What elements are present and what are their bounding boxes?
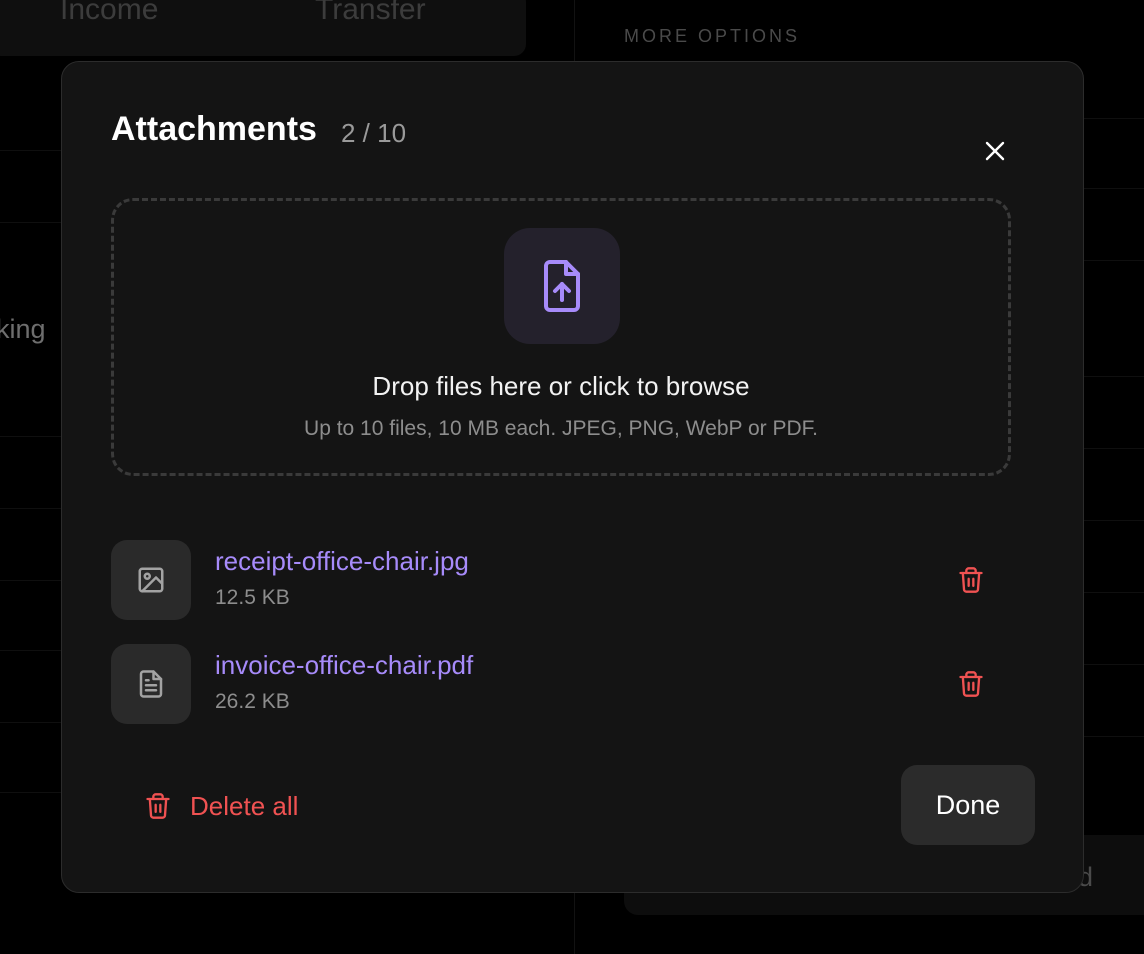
attachment-size: 12.5 KB	[215, 586, 290, 609]
dropzone-title: Drop files here or click to browse	[372, 371, 750, 401]
file-thumbnail	[111, 644, 191, 724]
attachment-item: receipt-office-chair.jpg 12.5 KB	[111, 540, 991, 620]
trash-icon	[146, 793, 170, 819]
file-upload-icon	[544, 260, 580, 312]
file-dropzone[interactable]: Drop files here or click to browse Up to…	[111, 198, 1011, 476]
document-icon	[139, 670, 163, 698]
more-options-heading: MORE OPTIONS	[624, 26, 801, 46]
attachment-name-link[interactable]: receipt-office-chair.jpg	[215, 546, 469, 577]
file-thumbnail	[111, 540, 191, 620]
close-button[interactable]	[976, 132, 1014, 170]
trash-icon	[959, 567, 983, 593]
image-icon	[138, 567, 164, 593]
attachment-count: 2 / 10	[341, 118, 407, 148]
done-button[interactable]: Done	[901, 765, 1035, 845]
page: Income Transfer MORE OPTIONS king d Atta…	[0, 0, 1144, 954]
upload-icon-tile	[504, 228, 620, 344]
attachments-dialog: Attachments 2 / 10 Drop files here or cl…	[61, 61, 1084, 893]
delete-attachment-button[interactable]	[951, 560, 991, 600]
dropzone-hint: Up to 10 files, 10 MB each. JPEG, PNG, W…	[304, 417, 818, 440]
tab-income: Income	[60, 0, 159, 26]
close-icon	[985, 141, 1005, 161]
tab-transfer: Transfer	[315, 0, 426, 26]
delete-all-label: Delete all	[190, 790, 299, 821]
delete-attachment-button[interactable]	[951, 664, 991, 704]
trash-icon	[959, 671, 983, 697]
attachment-size: 26.2 KB	[215, 690, 290, 713]
background-partial-label: king	[0, 314, 46, 344]
delete-all-button[interactable]: Delete all	[144, 782, 298, 830]
transaction-type-toggle: Income Transfer	[0, 0, 526, 56]
attachment-item: invoice-office-chair.pdf 26.2 KB	[111, 644, 991, 724]
attachment-name-link[interactable]: invoice-office-chair.pdf	[215, 650, 473, 681]
dialog-title: Attachments	[111, 110, 317, 148]
